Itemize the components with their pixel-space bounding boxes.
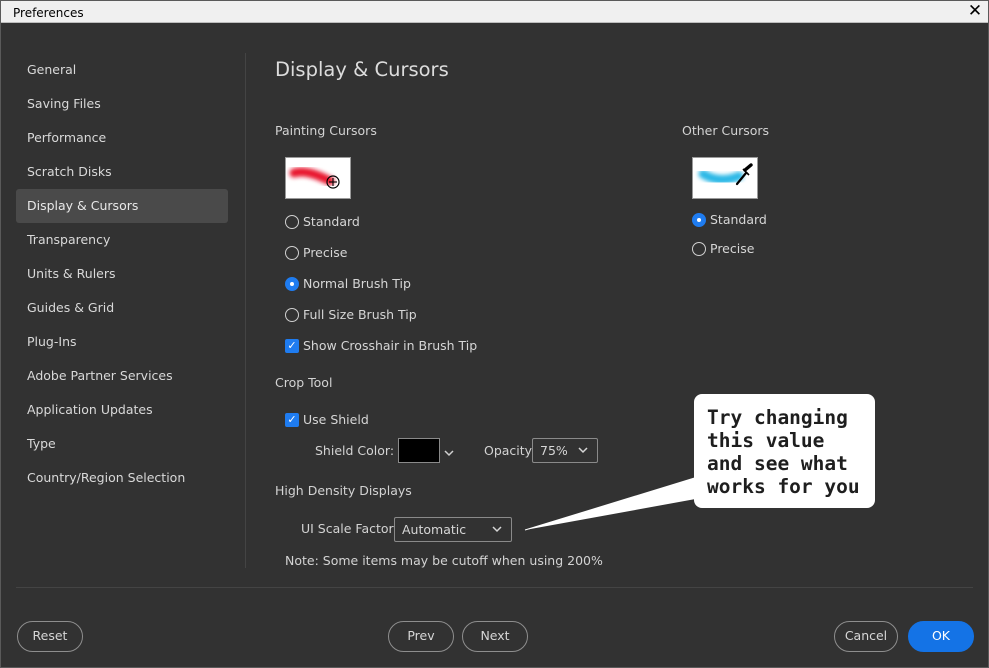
ui-scale-note: Note: Some items may be cutoff when usin… <box>285 553 603 568</box>
high-density-label: High Density Displays <box>275 483 412 498</box>
sidebar-item-saving-files[interactable]: Saving Files <box>16 87 228 121</box>
ui-scale-select[interactable]: Automatic <box>394 517 512 542</box>
chevron-down-icon[interactable] <box>443 448 455 458</box>
opacity-select[interactable]: 75% <box>532 438 598 463</box>
callout-line: and see what <box>707 452 848 475</box>
crop-tool-label: Crop Tool <box>275 375 333 390</box>
sidebar-item-performance[interactable]: Performance <box>16 121 228 155</box>
callout-bubble: Try changing this value and see what wor… <box>694 394 875 508</box>
ui-scale-label: UI Scale Factor: <box>301 521 398 536</box>
radio-normal-brush-tip[interactable] <box>285 277 299 291</box>
opacity-label: Opacity: <box>484 443 536 458</box>
chevron-down-icon <box>491 518 503 549</box>
sidebar-item-application-updates[interactable]: Application Updates <box>16 393 228 427</box>
window-title: Preferences <box>13 6 84 20</box>
painting-brush-stroke-icon <box>289 167 340 189</box>
radio-precise[interactable] <box>285 246 299 260</box>
other-brush-stroke-icon <box>698 163 753 186</box>
close-icon[interactable]: ✕ <box>966 1 984 21</box>
sidebar-item-plug-ins[interactable]: Plug-Ins <box>16 325 228 359</box>
ui-scale-value: Automatic <box>402 522 467 537</box>
sidebar-divider <box>245 53 246 568</box>
opacity-value: 75% <box>540 443 568 458</box>
radio-other-standard[interactable] <box>692 213 706 227</box>
prev-button[interactable]: Prev <box>388 621 454 652</box>
sidebar-item-general[interactable]: General <box>16 53 228 87</box>
shield-color-label: Shield Color: <box>315 443 395 458</box>
sidebar-item-display-cursors[interactable]: Display & Cursors <box>16 189 228 223</box>
preferences-dialog: Preferences ✕ General Saving Files Perfo… <box>0 0 989 668</box>
title-bar: Preferences ✕ <box>1 1 988 23</box>
sidebar-item-scratch-disks[interactable]: Scratch Disks <box>16 155 228 189</box>
cancel-button[interactable]: Cancel <box>834 621 898 652</box>
other-cursors-label: Other Cursors <box>682 123 770 138</box>
sidebar-item-units-rulers[interactable]: Units & Rulers <box>16 257 228 291</box>
sidebar-item-adobe-partner-services[interactable]: Adobe Partner Services <box>16 359 228 393</box>
painting-cursor-preview <box>285 157 351 199</box>
show-crosshair-checkbox[interactable]: ✓ <box>285 339 299 353</box>
sidebar-item-type[interactable]: Type <box>16 427 228 461</box>
shield-color-swatch[interactable] <box>398 438 440 463</box>
radio-full-size-brush-tip[interactable] <box>285 308 299 322</box>
callout-line: Try changing <box>707 406 848 429</box>
sidebar-item-guides-grid[interactable]: Guides & Grid <box>16 291 228 325</box>
sidebar-item-transparency[interactable]: Transparency <box>16 223 228 257</box>
page-title: Display & Cursors <box>275 58 449 81</box>
use-shield-checkbox[interactable]: ✓ <box>285 413 299 427</box>
chevron-down-icon <box>577 439 589 470</box>
sidebar-nav: General Saving Files Performance Scratch… <box>16 53 228 495</box>
reset-button[interactable]: Reset <box>17 621 83 652</box>
radio-other-precise[interactable] <box>692 242 706 256</box>
radio-standard[interactable] <box>285 215 299 229</box>
other-cursor-preview <box>692 157 758 199</box>
ok-button[interactable]: OK <box>908 621 974 652</box>
footer-divider <box>16 587 973 588</box>
next-button[interactable]: Next <box>462 621 528 652</box>
callout-line: this value <box>707 429 825 452</box>
painting-cursors-label: Painting Cursors <box>275 123 377 138</box>
callout-line: works for you <box>707 475 860 498</box>
sidebar-item-country-region[interactable]: Country/Region Selection <box>16 461 228 495</box>
